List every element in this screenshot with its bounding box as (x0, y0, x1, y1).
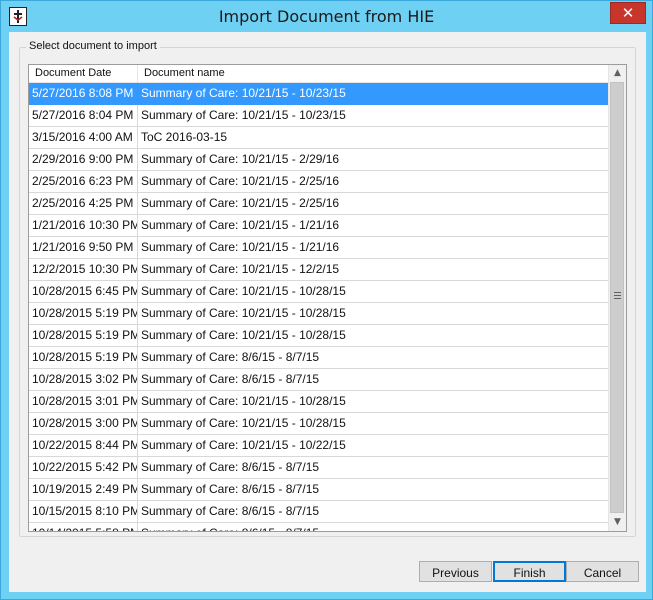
scroll-down-button[interactable]: ▼ (609, 514, 626, 531)
table-row[interactable]: 10/15/2015 8:10 PM Summary of Care: 8/6/1… (29, 501, 619, 523)
table-row[interactable]: 1/21/2016 10:30 PM Summary of Care: 10/21… (29, 215, 619, 237)
document-name-cell: Summary of Care: 10/21/15 - 10/22/15 (141, 438, 346, 452)
document-date-cell: 10/28/2015 3:00 PM (29, 413, 138, 434)
cancel-button[interactable]: Cancel (566, 561, 639, 582)
document-name-cell: Summary of Care: 10/21/15 - 1/21/16 (141, 240, 340, 254)
document-date-cell: 12/2/2015 10:30 PM (29, 259, 138, 280)
table-row[interactable]: 1/21/2016 9:50 PM Summary of Care: 10/21/… (29, 237, 619, 259)
document-date-cell: 10/28/2015 6:45 PM (29, 281, 138, 302)
document-name-cell: Summary of Care: 10/21/15 - 12/2/15 (141, 262, 340, 276)
document-name-cell: Summary of Care: 10/21/15 - 2/29/16 (141, 152, 340, 166)
table-row[interactable]: 10/28/2015 3:02 PM Summary of Care: 8/6/1… (29, 369, 619, 391)
list-header: Document Date Document name (29, 65, 620, 83)
list-rows: 5/27/2016 8:08 PM Summary of Care: 10/21/… (29, 83, 619, 531)
document-date-cell: 2/25/2016 4:25 PM (29, 193, 138, 214)
previous-button[interactable]: Previous (419, 561, 492, 582)
column-header-document-name[interactable]: Document name (138, 65, 620, 82)
table-row[interactable]: 5/27/2016 8:04 PM Summary of Care: 10/21/… (29, 105, 619, 127)
document-name-cell: Summary of Care: 10/21/15 - 2/25/16 (141, 196, 340, 210)
document-name-cell: Summary of Care: 8/6/15 - 8/7/15 (141, 504, 320, 518)
document-date-cell: 10/15/2015 8:10 PM (29, 501, 138, 522)
table-row[interactable]: 10/14/2015 5:58 PMSummary of Care: 8/6/1… (29, 523, 619, 531)
document-name-cell: Summary of Care: 8/6/15 - 8/7/15 (141, 482, 320, 496)
document-name-cell: Summary of Care: 10/21/15 - 10/28/15 (141, 306, 346, 320)
scroll-up-button[interactable]: ▲ (609, 65, 626, 82)
grip-line-icon (614, 292, 621, 293)
document-list[interactable]: Document Date Document name 5/27/2016 8:… (28, 64, 627, 532)
grip-line-icon (614, 298, 621, 299)
table-row[interactable]: 10/19/2015 2:49 PM Summary of Care: 8/6/1… (29, 479, 619, 501)
group-label: Select document to import (26, 40, 160, 52)
table-row[interactable]: 12/2/2015 10:30 PM Summary of Care: 10/21… (29, 259, 619, 281)
table-row[interactable]: 3/15/2016 4:00 AM ToC 2016-03-15 (29, 127, 619, 149)
close-button[interactable]: ✕ (610, 2, 646, 24)
table-row[interactable]: 2/25/2016 6:23 PM Summary of Care: 10/21/… (29, 171, 619, 193)
table-row[interactable]: 10/28/2015 5:19 PM Summary of Care: 8/6/1… (29, 347, 619, 369)
document-name-cell: Summary of Care: 10/21/15 - 10/28/15 (141, 416, 346, 430)
title-bar[interactable]: Import Document from HIE ✕ (1, 1, 652, 32)
chevron-down-icon: ▼ (614, 517, 621, 527)
document-name-cell: ToC 2016-03-15 (141, 130, 228, 144)
document-date-cell: 2/29/2016 9:00 PM (29, 149, 138, 170)
document-date-cell: 5/27/2016 8:08 PM (29, 83, 138, 104)
table-row[interactable]: 10/28/2015 5:19 PM Summary of Care: 10/21… (29, 303, 619, 325)
dialog-client-area: Select document to import Document Date … (9, 32, 646, 592)
document-date-cell: 10/28/2015 5:19 PM (29, 325, 138, 346)
table-row[interactable]: 10/22/2015 8:44 PM Summary of Care: 10/21… (29, 435, 619, 457)
table-row[interactable]: 5/27/2016 8:08 PM Summary of Care: 10/21/… (29, 83, 619, 105)
document-date-cell: 1/21/2016 10:30 PM (29, 215, 138, 236)
scroll-thumb[interactable] (610, 82, 624, 513)
select-document-group: Select document to import Document Date … (19, 40, 636, 537)
column-header-document-date[interactable]: Document Date (29, 65, 138, 82)
document-name-cell: Summary of Care: 10/21/15 - 10/28/15 (141, 284, 346, 298)
chevron-up-icon: ▲ (614, 68, 621, 78)
document-date-cell: 10/22/2015 8:44 PM (29, 435, 138, 456)
window-title: Import Document from HIE (218, 7, 435, 26)
finish-button[interactable]: Finish (493, 561, 566, 582)
table-row[interactable]: 2/25/2016 4:25 PM Summary of Care: 10/21/… (29, 193, 619, 215)
document-date-cell: 10/28/2015 3:02 PM (29, 369, 138, 390)
import-dialog-window: Import Document from HIE ✕ Select docume… (0, 0, 653, 600)
document-date-cell: 10/28/2015 5:19 PM (29, 347, 138, 368)
document-name-cell: Summary of Care: 10/21/15 - 10/28/15 (141, 394, 346, 408)
document-date-cell: 1/21/2016 9:50 PM (29, 237, 138, 258)
document-date-cell: 10/22/2015 5:42 PM (29, 457, 138, 478)
document-name-cell: Summary of Care: 10/21/15 - 2/25/16 (141, 174, 340, 188)
document-date-cell: 3/15/2016 4:00 AM (29, 127, 138, 148)
document-name-cell: Summary of Care: 8/6/15 - 8/7/15 (141, 460, 320, 474)
table-row[interactable]: 10/22/2015 5:42 PM Summary of Care: 8/6/1… (29, 457, 619, 479)
vertical-scrollbar[interactable]: ▲ ▼ (608, 65, 626, 531)
document-name-cell: Summary of Care: 8/6/15 - 8/7/15 (141, 372, 320, 386)
document-name-cell: Summary of Care: 8/6/15 - 8/7/15 (141, 350, 320, 364)
document-name-cell: Summary of Care: 10/21/15 - 10/28/15 (141, 328, 346, 342)
document-name-cell: Summary of Care: 10/21/15 - 1/21/16 (141, 218, 340, 232)
table-row[interactable]: 10/28/2015 6:45 PM Summary of Care: 10/21… (29, 281, 619, 303)
grip-line-icon (614, 295, 621, 296)
document-date-cell: 10/19/2015 2:49 PM (29, 479, 138, 500)
document-date-cell: 5/27/2016 8:04 PM (29, 105, 138, 126)
table-row[interactable]: 10/28/2015 5:19 PM Summary of Care: 10/21… (29, 325, 619, 347)
document-date-cell: 10/28/2015 3:01 PM (29, 391, 138, 412)
table-row[interactable]: 2/29/2016 9:00 PM Summary of Care: 10/21/… (29, 149, 619, 171)
table-row[interactable]: 10/28/2015 3:00 PM Summary of Care: 10/21… (29, 413, 619, 435)
document-date-cell: 2/25/2016 6:23 PM (29, 171, 138, 192)
document-name-cell: Summary of Care: 10/21/15 - 10/23/15 (141, 86, 346, 100)
document-name-cell: Summary of Care: 10/21/15 - 10/23/15 (141, 108, 346, 122)
close-icon: ✕ (621, 4, 635, 22)
document-name-cell: Summary of Care: 8/6/15 - 8/7/15 (138, 523, 619, 531)
document-date-cell: 10/28/2015 5:19 PM (29, 303, 138, 324)
table-row[interactable]: 10/28/2015 3:01 PM Summary of Care: 10/21… (29, 391, 619, 413)
document-date-cell: 10/14/2015 5:58 PM (29, 523, 138, 531)
